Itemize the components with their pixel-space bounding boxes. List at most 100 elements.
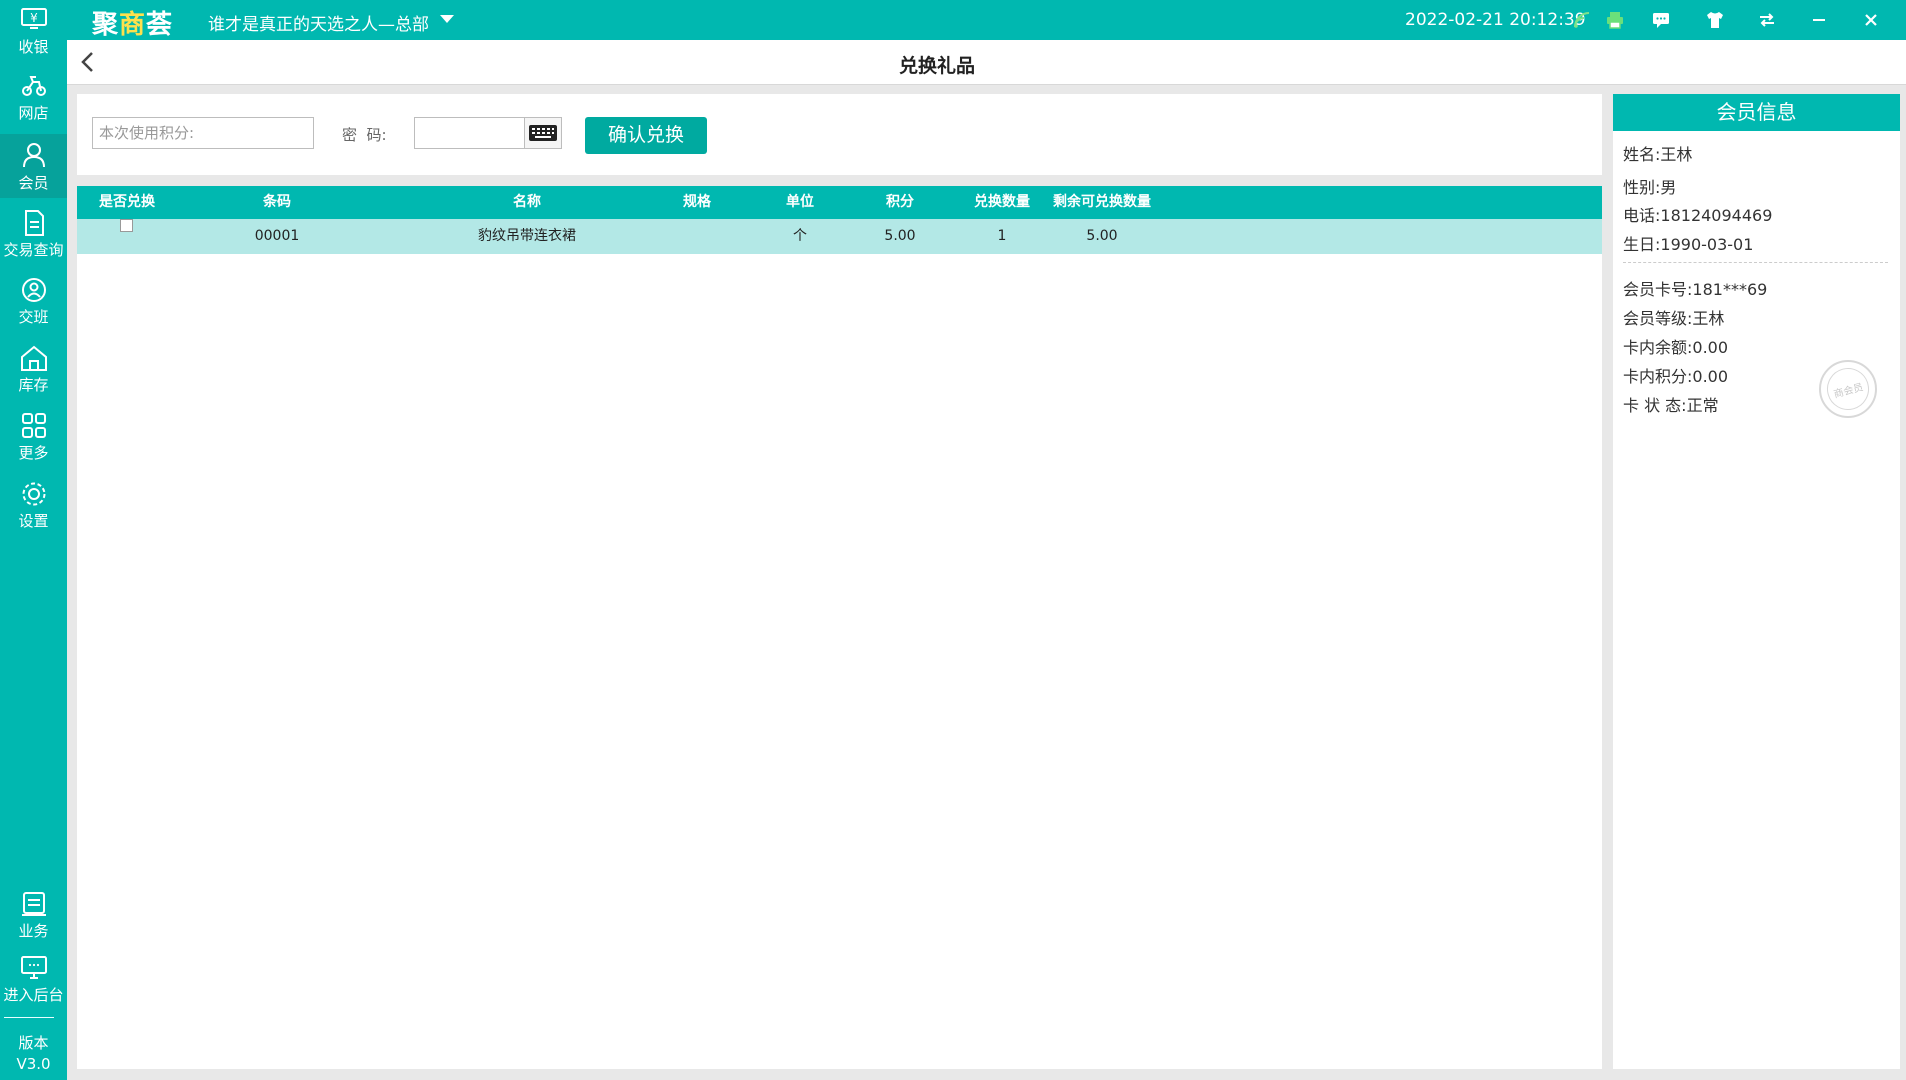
member-gender-value: 男: [1660, 178, 1677, 197]
sidebar-item-more[interactable]: 更多: [0, 406, 67, 470]
business-icon: [21, 892, 46, 916]
backend-monitor-icon: [20, 956, 47, 979]
member-points-row: 卡内积分:0.00: [1623, 363, 1728, 387]
table-header: 是否兑换 条码 名称 规格 单位 积分 兑换数量 剩余可兑换数量: [77, 186, 1602, 219]
page-title: 兑换礼品: [898, 55, 975, 77]
member-level-row: 会员等级:王林: [1623, 305, 1724, 329]
cell-name: 豹纹吊带连衣裙: [478, 228, 576, 244]
shift-handover-icon: [21, 278, 46, 302]
sidebar-item-label: 会员: [18, 174, 49, 192]
virtual-keyboard-button[interactable]: [524, 117, 562, 149]
app-logo: 聚商荟: [92, 10, 174, 40]
member-phone-row: 电话:18124094469: [1623, 202, 1772, 226]
member-gender-row: 性别:男: [1623, 174, 1676, 198]
member-name-value: 王林: [1660, 145, 1693, 164]
sidebar-item-shift-handover[interactable]: 交班: [0, 270, 67, 334]
cell-unit: 个: [793, 228, 807, 244]
gift-table: 是否兑换 条码 名称 规格 单位 积分 兑换数量 剩余可兑换数量 00001 豹…: [77, 186, 1602, 1069]
member-birthday-label: 生日:: [1623, 235, 1661, 254]
minimize-icon[interactable]: [1807, 8, 1831, 32]
sidebar-item-enter-backend[interactable]: 进入后台: [0, 948, 67, 1012]
member-level-value: 王林: [1692, 309, 1725, 328]
settings-gear-icon: [22, 482, 45, 506]
table-row[interactable]: 00001 豹纹吊带连衣裙 个 5.00 1 5.00: [77, 219, 1602, 254]
member-status-label: 卡 状 态:: [1623, 396, 1687, 415]
member-info-panel: 会员信息 姓名:王林 性别:男 电话:18124094469 生日:1990-0…: [1613, 94, 1900, 1069]
member-stamp-text: 商会员: [1822, 363, 1874, 415]
cashier-icon: ¥: [20, 8, 47, 29]
online-store-icon: [21, 76, 46, 96]
sidebar-item-cashier[interactable]: ¥ 收银: [0, 0, 67, 64]
more-grid-icon: [21, 413, 46, 438]
column-header-barcode: 条码: [263, 194, 291, 210]
sidebar-item-label: 进入后台: [3, 986, 64, 1004]
top-bar: 聚商荟 谁才是真正的天选之人—总部 2022-02-21 20:12:39: [0, 0, 1906, 40]
sidebar-item-business[interactable]: 业务: [0, 884, 67, 948]
column-header-select: 是否兑换: [99, 194, 155, 210]
sidebar-item-label: 网店: [18, 104, 49, 122]
member-icon: [22, 143, 45, 168]
switch-arrows-icon[interactable]: [1755, 8, 1779, 32]
member-phone-value: 18124094469: [1660, 206, 1773, 225]
points-to-use-input[interactable]: [92, 117, 314, 149]
store-dropdown-caret-icon[interactable]: [440, 15, 454, 23]
version-value: V3.0: [16, 1055, 51, 1073]
sidebar-item-label: 更多: [18, 444, 49, 462]
member-points-label: 卡内积分:: [1623, 367, 1693, 386]
sidebar-item-transaction-query[interactable]: 交易查询: [0, 203, 67, 267]
member-name-row: 姓名:王林: [1623, 141, 1692, 165]
sidebar-nav: ¥ 收银 网店 会员 交易查询 交班 库存 更多 设置 业务 进入后台 版本 V…: [0, 0, 67, 1080]
sidebar-item-online-store[interactable]: 网店: [0, 66, 67, 130]
member-gender-label: 性别:: [1623, 178, 1661, 197]
password-input[interactable]: [414, 117, 524, 149]
member-birthday-value: 1990-03-01: [1660, 235, 1754, 254]
member-card-no-row: 会员卡号:181***69: [1623, 276, 1767, 300]
column-header-points: 积分: [886, 194, 914, 210]
svg-text:¥: ¥: [30, 11, 38, 25]
member-card-no-label: 会员卡号:: [1623, 280, 1693, 299]
close-icon[interactable]: [1859, 8, 1883, 32]
exchange-form-panel: 密 码: 确认兑换: [77, 94, 1602, 175]
member-name-label: 姓名:: [1623, 145, 1661, 164]
network-signal-icon[interactable]: [1570, 8, 1594, 32]
sidebar-item-label: 业务: [18, 922, 49, 940]
sidebar-item-label: 收银: [18, 38, 49, 56]
confirm-exchange-button[interactable]: 确认兑换: [585, 117, 707, 154]
version-label: 版本: [18, 1034, 49, 1052]
message-icon[interactable]: [1649, 8, 1673, 32]
sidebar-item-label: 交易查询: [3, 241, 64, 259]
member-card-no-value: 181***69: [1692, 280, 1768, 299]
version-info: 版本 V3.0: [0, 1033, 67, 1075]
store-selector-label[interactable]: 谁才是真正的天选之人—总部: [208, 10, 429, 35]
member-info-divider: [1623, 262, 1888, 263]
sidebar-item-settings[interactable]: 设置: [0, 474, 67, 538]
version-divider: [4, 1017, 54, 1018]
member-info-header: 会员信息: [1613, 94, 1900, 131]
column-header-spec: 规格: [683, 194, 711, 210]
sidebar-item-member[interactable]: 会员: [0, 134, 67, 198]
member-phone-label: 电话:: [1623, 206, 1661, 225]
member-status-value: 正常: [1686, 396, 1719, 415]
inventory-icon: [20, 345, 47, 371]
member-stamp-icon: 商会员: [1819, 360, 1877, 418]
cell-barcode: 00001: [254, 228, 300, 244]
printer-icon[interactable]: [1603, 8, 1627, 32]
sidebar-item-label: 交班: [18, 308, 49, 326]
password-label: 密 码:: [342, 126, 387, 144]
sidebar-item-label: 设置: [18, 512, 49, 530]
exchange-checkbox[interactable]: [120, 219, 133, 232]
member-balance-label: 卡内余额:: [1623, 338, 1693, 357]
keyboard-icon: [529, 125, 557, 141]
member-birthday-row: 生日:1990-03-01: [1623, 231, 1753, 255]
member-balance-value: 0.00: [1692, 338, 1729, 357]
cell-remaining: 5.00: [1086, 228, 1118, 244]
column-header-remaining: 剩余可兑换数量: [1053, 194, 1151, 210]
sidebar-item-inventory[interactable]: 库存: [0, 338, 67, 402]
current-datetime: 2022-02-21 20:12:39: [1405, 10, 1586, 30]
column-header-unit: 单位: [786, 194, 814, 210]
page-header: 兑换礼品: [67, 40, 1906, 85]
cell-points: 5.00: [884, 228, 916, 244]
member-level-label: 会员等级:: [1623, 309, 1693, 328]
sidebar-item-label: 库存: [18, 376, 49, 394]
skin-shirt-icon[interactable]: [1703, 8, 1727, 32]
